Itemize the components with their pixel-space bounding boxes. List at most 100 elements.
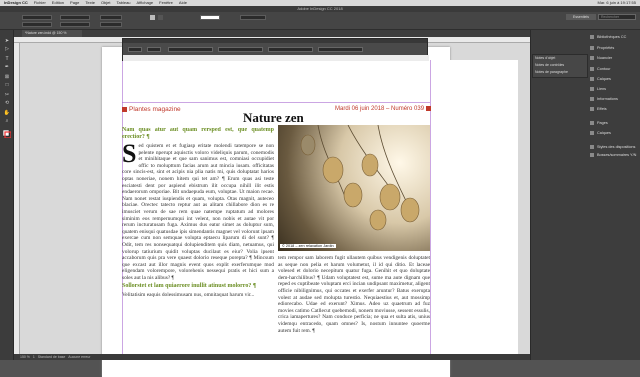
panel-label: Calques bbox=[597, 77, 611, 81]
panel-libraries[interactable]: Bibliothèques CC bbox=[590, 34, 626, 40]
panel-label: Nuancier bbox=[597, 56, 613, 60]
stroke-swatch[interactable] bbox=[158, 15, 163, 20]
scissors-icon[interactable]: ✂ bbox=[3, 92, 11, 98]
stroke-weight-field[interactable] bbox=[200, 15, 220, 20]
panel-effects[interactable]: Effets bbox=[590, 106, 607, 112]
layers-icon bbox=[590, 131, 594, 135]
floating-panel[interactable] bbox=[122, 38, 429, 61]
swatches-icon bbox=[590, 56, 594, 60]
body-text-1: ed quistem et et fugiasp eritate molendi… bbox=[122, 143, 274, 281]
height-field[interactable] bbox=[60, 22, 90, 27]
panel-header[interactable] bbox=[123, 39, 427, 43]
photo-frame[interactable] bbox=[278, 125, 430, 251]
flyout-item[interactable]: Notes de paragraphe bbox=[535, 70, 568, 75]
preflight-status: Aucune erreur bbox=[68, 355, 91, 359]
links-icon bbox=[590, 87, 594, 91]
body-text-2: tem rempor sam laborem fugit ullautem qu… bbox=[278, 255, 430, 334]
workspace-switcher[interactable]: Essentiels bbox=[566, 14, 596, 20]
panel-properties[interactable]: Propriétés bbox=[590, 45, 614, 51]
zoom-tool-icon[interactable]: ⌕ bbox=[3, 118, 11, 124]
hand-tool-icon[interactable]: ✋ bbox=[3, 110, 11, 116]
direct-selection-icon[interactable]: ▷ bbox=[3, 46, 11, 52]
bullet-square-icon bbox=[122, 106, 127, 112]
panel-swatches[interactable]: Nuancier bbox=[590, 55, 612, 61]
selection-tool-icon[interactable]: ➤ bbox=[3, 38, 11, 44]
control-bar: Essentiels Rechercher bbox=[0, 12, 640, 30]
panel-label: Liens bbox=[597, 87, 607, 91]
panel-field[interactable] bbox=[268, 47, 313, 52]
panel-info[interactable]: Informations bbox=[590, 96, 618, 102]
issue-date-text: Mardi 06 juin 2018 – Numéro 039 bbox=[335, 106, 425, 113]
width-field[interactable] bbox=[60, 15, 90, 20]
panel-label: Calques bbox=[597, 131, 611, 135]
subheading-2: Sollorstet et lam quiaerore inullit atin… bbox=[122, 283, 257, 290]
zoom-level[interactable]: 150 % bbox=[20, 355, 30, 359]
text-column-2[interactable]: tem rempor sam laborem fugit ullautem qu… bbox=[278, 255, 430, 360]
panel-toc[interactable]: Bosses/sommaires Y/N bbox=[590, 152, 636, 158]
panel-field[interactable] bbox=[147, 47, 161, 52]
panel-field[interactable] bbox=[168, 47, 213, 52]
panel-field[interactable] bbox=[318, 47, 363, 52]
panel-label: Effets bbox=[597, 107, 607, 111]
toolbox: ➤ ▷ T ✒ ⊠ □ ✂ ⟲ ✋ ⌕ bbox=[0, 30, 14, 360]
properties-icon bbox=[590, 46, 594, 50]
panel-layers-2[interactable]: Calques bbox=[590, 130, 611, 136]
search-input[interactable]: Rechercher bbox=[598, 14, 636, 20]
panel-label: Styles des dispositions bbox=[597, 145, 636, 149]
type-tool-icon[interactable]: T bbox=[3, 56, 11, 62]
panel-label: Bibliothèques CC bbox=[597, 35, 627, 39]
scale-y-field[interactable] bbox=[100, 22, 122, 27]
panel-dock bbox=[530, 30, 640, 360]
fill-stroke-icon[interactable] bbox=[2, 129, 12, 139]
panel-label: Informations bbox=[597, 97, 618, 101]
panel-label: Propriétés bbox=[597, 46, 615, 50]
margin-guide bbox=[122, 102, 430, 103]
panel-links[interactable]: Liens bbox=[590, 86, 606, 92]
panel-styles[interactable]: Styles des dispositions bbox=[590, 144, 635, 150]
grass-seed-illustration bbox=[300, 125, 420, 231]
magazine-name[interactable]: Plantes magazine bbox=[122, 106, 181, 113]
facing-page[interactable] bbox=[438, 60, 518, 360]
subheading-1: Nam quas atur aut quam rersped est, que … bbox=[122, 127, 274, 140]
photo-caption[interactable]: © 2018 – zen relaxation Jardin bbox=[280, 244, 336, 248]
panel-label: Bosses/sommaires Y/N bbox=[597, 153, 637, 157]
pages-icon bbox=[590, 121, 594, 125]
flyout-item[interactable]: Notes de contrôles bbox=[535, 63, 564, 68]
panel-field[interactable] bbox=[128, 47, 142, 52]
rectangle-tool-icon[interactable]: □ bbox=[3, 82, 11, 88]
panel-flyout-menu: Notes d'objet Notes de contrôles Notes d… bbox=[532, 54, 588, 78]
panel-pages[interactable]: Pages bbox=[590, 120, 608, 126]
y-field[interactable] bbox=[22, 22, 52, 27]
panel-layers[interactable]: Calques bbox=[590, 76, 611, 82]
rectangle-frame-icon[interactable]: ⊠ bbox=[3, 74, 11, 80]
libraries-icon bbox=[590, 35, 594, 39]
status-bar: 150 % 1 Standard de base Aucune erreur bbox=[14, 354, 530, 360]
x-field[interactable] bbox=[22, 15, 52, 20]
margin-guide bbox=[430, 60, 431, 360]
page-number[interactable]: 1 bbox=[33, 355, 35, 359]
drop-cap: S bbox=[122, 139, 137, 168]
preflight-profile[interactable]: Standard de base bbox=[38, 355, 66, 359]
layers-icon bbox=[590, 77, 594, 81]
toc-icon bbox=[590, 153, 594, 157]
panel-field[interactable] bbox=[218, 47, 263, 52]
bullet-square-icon bbox=[426, 106, 432, 111]
body-text-tail: Velitatisim eaquis dolessimusam nus, omn… bbox=[122, 292, 255, 299]
issue-date[interactable]: Mardi 06 juin 2018 – Numéro 039 bbox=[335, 106, 432, 113]
flyout-item[interactable]: Notes d'objet bbox=[535, 56, 555, 61]
document-tab[interactable]: *Nature zen.indd @ 150 % [Affichage GPU] bbox=[22, 30, 82, 42]
panel-stroke[interactable]: Contour bbox=[590, 66, 611, 72]
panel-label: Contour bbox=[597, 67, 611, 71]
transform-icon[interactable]: ⟲ bbox=[3, 100, 11, 106]
scale-x-field[interactable] bbox=[100, 15, 122, 20]
pen-tool-icon[interactable]: ✒ bbox=[3, 64, 11, 70]
magazine-name-text: Plantes magazine bbox=[129, 106, 181, 113]
panel-label: Pages bbox=[597, 121, 608, 125]
info-icon bbox=[590, 97, 594, 101]
stroke-icon bbox=[590, 67, 594, 71]
page-title[interactable]: Nature zen bbox=[243, 110, 304, 126]
opacity-field[interactable] bbox=[240, 15, 266, 20]
panel-ruler bbox=[123, 55, 429, 61]
fill-swatch[interactable] bbox=[150, 15, 155, 20]
text-column-1[interactable]: Nam quas atur aut quam rersped est, que … bbox=[122, 127, 274, 360]
